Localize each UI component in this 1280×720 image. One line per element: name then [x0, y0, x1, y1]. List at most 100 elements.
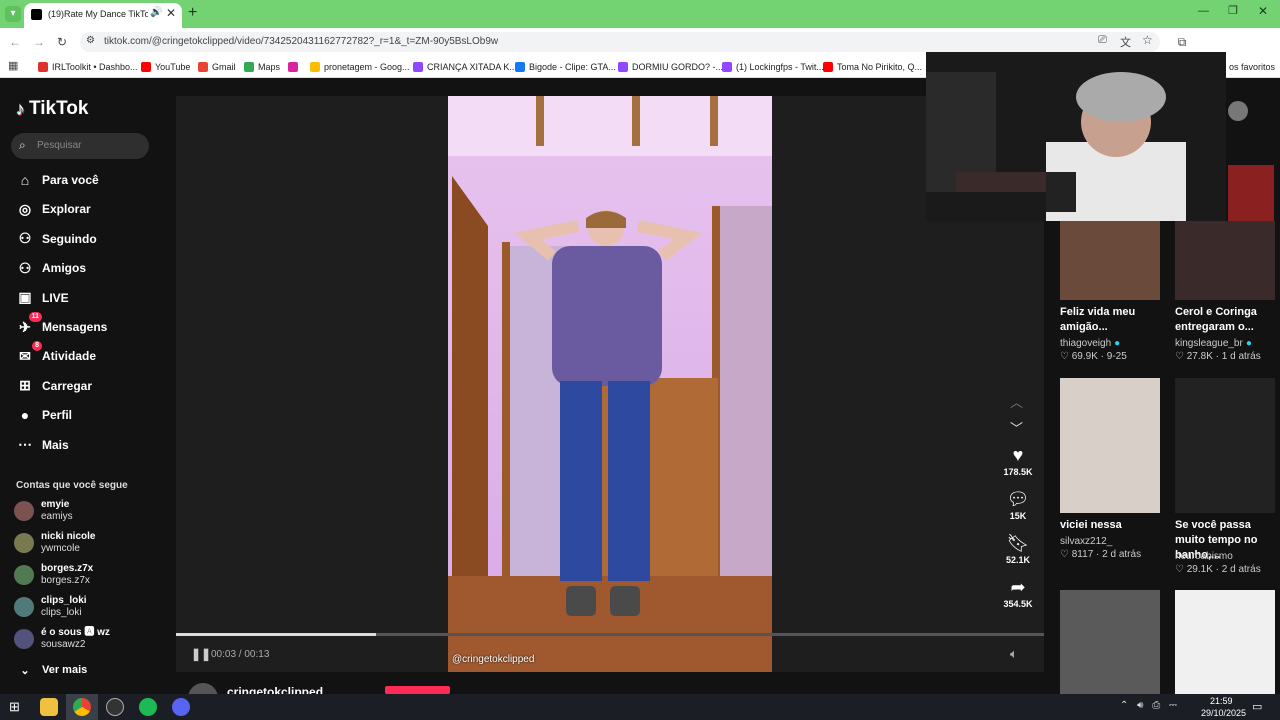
bookmark-item[interactable]: Maps: [244, 60, 280, 74]
translate-icon[interactable]: 文: [1120, 34, 1131, 50]
separator: ·: [1097, 351, 1107, 362]
clock-time[interactable]: 21:59: [1210, 696, 1233, 706]
reload-icon[interactable]: ↻: [55, 35, 69, 49]
related-user[interactable]: neuroabismo: [1175, 551, 1233, 562]
all-bookmarks[interactable]: os favoritos: [1229, 62, 1275, 72]
chrome-icon[interactable]: [73, 698, 91, 716]
active-tab[interactable]: (19)Rate My Dance TikTok 🔊 ✕: [24, 3, 182, 28]
bookmark-label: YouTube: [155, 62, 191, 72]
video-player[interactable]: @cringetokclipped: [448, 96, 772, 672]
nav-item-atividade[interactable]: ✉ 8 Atividade: [16, 341, 96, 367]
windows-taskbar: [0, 694, 1280, 720]
like-button[interactable]: ♥ 178.5K: [998, 445, 1038, 477]
scroll-down-icon[interactable]: ﹀: [1010, 418, 1023, 437]
save-button[interactable]: 🔖︎ 52.1K: [998, 533, 1038, 565]
bookmark-item[interactable]: IRLToolkit • Dashbo...: [38, 60, 138, 74]
video-progress-track[interactable]: [176, 633, 1044, 636]
tray-icons[interactable]: ⌃ 🔊︎ ⎙ ⎓: [1120, 700, 1180, 711]
nav-item-carregar[interactable]: ⊞ Carregar: [16, 375, 92, 397]
related-user[interactable]: thiagoveigh ●: [1060, 338, 1120, 349]
following-account[interactable]: clips_loki clips_loki: [14, 593, 87, 621]
nav-item-mais[interactable]: ⋯ Mais: [16, 434, 69, 456]
volume-icon[interactable]: 🔈︎: [1010, 646, 1018, 662]
bookmark-item[interactable]: (1) Lockingfps - Twit...: [722, 60, 824, 74]
related-thumbnail[interactable]: [1175, 378, 1275, 513]
bookmark-item[interactable]: YouTube: [141, 60, 190, 74]
forward-icon[interactable]: →: [32, 35, 46, 49]
bookmark-item[interactable]: CRIANÇA XITADA K...: [413, 60, 517, 74]
start-icon[interactable]: ⊞: [9, 699, 20, 715]
related-username: silvaxz212_: [1060, 536, 1113, 547]
url-text[interactable]: tiktok.com/@cringetokclipped/video/73425…: [104, 36, 498, 47]
related-thumbnail[interactable]: [1175, 590, 1275, 694]
nav-item-seguindo[interactable]: ⚇ Seguindo: [16, 228, 97, 250]
webcam-frame: [926, 52, 1226, 221]
nav-item-amigos[interactable]: ⚇ Amigos: [16, 257, 86, 279]
discord-icon[interactable]: [172, 698, 190, 716]
related-title[interactable]: Cerol e Coringa entregaram o...: [1175, 305, 1279, 335]
extensions-icon[interactable]: ⧉: [1175, 35, 1189, 49]
search-input[interactable]: ⌕ Pesquisar: [11, 133, 149, 159]
bookmark-item[interactable]: Toma No Pirikito, Q...: [823, 60, 922, 74]
nav-label: LIVE: [42, 290, 69, 305]
tiktok-wordmark: TikTok: [29, 98, 89, 119]
spotify-icon[interactable]: [139, 698, 157, 716]
obs-icon[interactable]: [106, 698, 124, 716]
following-account[interactable]: nicki nicole ywmcole: [14, 529, 95, 557]
share-icon: ➦: [1010, 577, 1026, 597]
site-info-icon[interactable]: ⚙: [86, 35, 95, 46]
notification-badge: 8: [32, 341, 42, 352]
related-title[interactable]: viciei nessa: [1060, 518, 1164, 533]
comment-button[interactable]: 💬︎ 15K: [998, 489, 1038, 521]
following-account[interactable]: é o sous 🅰 wz sousawz2: [14, 625, 110, 653]
related-user[interactable]: kingsleague_br ●: [1175, 338, 1252, 349]
follow-button[interactable]: [385, 686, 450, 694]
audio-icon[interactable]: 🔊: [150, 7, 162, 18]
related-thumbnail[interactable]: [1228, 165, 1274, 221]
apps-icon[interactable]: ▦: [8, 59, 18, 72]
following-account[interactable]: borges.z7x borges.z7x: [14, 561, 93, 589]
nav-item-explorar[interactable]: ◎ Explorar: [16, 198, 91, 220]
user-avatar[interactable]: [1228, 101, 1248, 121]
tiktok-logo[interactable]: ♪ TikTok: [16, 98, 88, 120]
bookmark-item[interactable]: Bigode - Clipe: GTA...: [515, 60, 616, 74]
scroll-up-icon[interactable]: ︿: [1010, 392, 1023, 411]
file-explorer-icon[interactable]: [40, 698, 58, 716]
bookmark-star-icon[interactable]: ☆: [1142, 33, 1153, 47]
tab-close-icon[interactable]: ✕: [166, 6, 176, 20]
nav-item-mensagens[interactable]: ✈ 11 Mensagens: [16, 312, 107, 338]
close-window-button[interactable]: ✕: [1258, 4, 1268, 18]
back-icon[interactable]: ←: [8, 35, 22, 49]
nav-item-perfil[interactable]: ● Perfil: [16, 404, 72, 426]
related-thumbnail[interactable]: [1060, 221, 1160, 300]
bookmark-item[interactable]: Gmail: [198, 60, 236, 74]
new-tab-button[interactable]: +: [188, 4, 197, 22]
related-user[interactable]: silvaxz212_: [1060, 536, 1112, 547]
restore-button[interactable]: ❐: [1228, 4, 1238, 17]
chevron-down-icon: ⌄: [20, 664, 30, 677]
pause-icon[interactable]: ❚❚: [191, 647, 211, 661]
comment-count: 15K: [1009, 511, 1027, 521]
address-bar[interactable]: ⚙ tiktok.com/@cringetokclipped/video/734…: [80, 32, 1160, 52]
share-button[interactable]: ➦ 354.5K: [998, 577, 1038, 609]
bookmark-favicon-icon: [722, 62, 732, 72]
bookmark-item[interactable]: DORMIU GORDO? -...: [618, 60, 723, 74]
notification-icon[interactable]: ▭: [1252, 700, 1262, 713]
related-thumbnail[interactable]: [1175, 221, 1275, 300]
related-title[interactable]: Feliz vida meu amigão...: [1060, 305, 1164, 335]
clock-date[interactable]: 29/10/2025: [1201, 708, 1246, 718]
nav-item-live[interactable]: ▣ LIVE: [16, 287, 69, 309]
account-text: borges.z7x borges.z7x: [41, 563, 93, 587]
bookmark-item[interactable]: [288, 60, 302, 74]
related-thumbnail[interactable]: [1060, 590, 1160, 694]
following-account[interactable]: emyie eamiys: [14, 497, 73, 525]
comment-icon: 💬︎: [1006, 489, 1030, 509]
following-heading: Contas que você segue: [16, 480, 128, 491]
bookmark-item[interactable]: pronetagem - Goog...: [310, 60, 410, 74]
install-icon[interactable]: ⎚: [1098, 34, 1107, 47]
minimize-button[interactable]: —: [1198, 5, 1209, 17]
nav-item-para-você[interactable]: ⌂ Para você: [16, 169, 99, 191]
see-more-button[interactable]: ⌄ Ver mais: [16, 659, 87, 681]
tab-search-button[interactable]: ▾: [5, 6, 21, 22]
related-thumbnail[interactable]: [1060, 378, 1160, 513]
